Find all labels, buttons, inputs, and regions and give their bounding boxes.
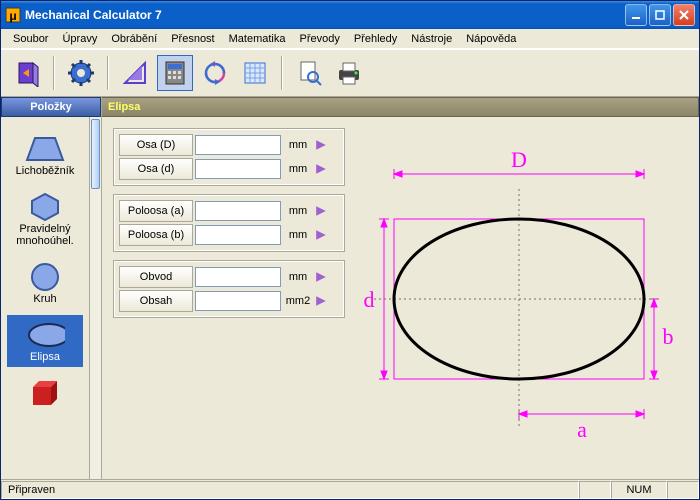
label-osa-d-upper[interactable]: Osa (D) (119, 134, 193, 156)
play-icon[interactable] (315, 205, 327, 217)
status-cell (667, 481, 699, 499)
input-poloosa-b[interactable] (195, 225, 281, 245)
menu-presnost[interactable]: Přesnost (165, 31, 220, 47)
unit-label: mm (283, 163, 313, 175)
label-poloosa-b[interactable]: Poloosa (b) (119, 224, 193, 246)
menu-nastroje[interactable]: Nástroje (405, 31, 458, 47)
minimize-button[interactable] (625, 4, 647, 26)
window-title: Mechanical Calculator 7 (25, 8, 625, 22)
statusbar: Připraven NUM (1, 479, 699, 499)
toolbar-calculator-button[interactable] (157, 55, 193, 91)
form-group-results: Obvod mm Obsah mm2 (114, 261, 344, 317)
toolbar-triangle-button[interactable] (117, 55, 153, 91)
main-header: Elipsa (102, 97, 699, 117)
sidebar-item-kruh[interactable]: Kruh (7, 257, 83, 309)
form-group-axes: Osa (D) mm Osa (d) mm (114, 129, 344, 185)
unit-label: mm2 (283, 295, 313, 307)
input-osa-d-upper[interactable] (195, 135, 281, 155)
gear-icon (67, 59, 95, 87)
scrollbar-thumb[interactable] (91, 119, 100, 189)
toolbar-refresh-button[interactable] (197, 55, 233, 91)
ellipse-icon (25, 320, 65, 350)
triangle-icon (121, 59, 149, 87)
play-icon[interactable] (315, 295, 327, 307)
label-obvod[interactable]: Obvod (119, 266, 193, 288)
sidebar-item-label: Elipsa (30, 351, 60, 363)
menu-upravy[interactable]: Úpravy (56, 31, 103, 47)
toolbar-settings-button[interactable] (63, 55, 99, 91)
cube-icon (25, 381, 65, 405)
sidebar-item-label: Lichoběžník (16, 165, 75, 177)
menu-prehledy[interactable]: Přehledy (348, 31, 403, 47)
close-button[interactable] (673, 4, 695, 26)
toolbar-preview-button[interactable] (291, 55, 327, 91)
play-icon[interactable] (315, 229, 327, 241)
toolbar-grid-button[interactable] (237, 55, 273, 91)
app-icon: μ (5, 7, 21, 23)
status-cell (579, 481, 611, 499)
page-magnify-icon (295, 59, 323, 87)
play-icon[interactable] (315, 271, 327, 283)
grid-icon (241, 59, 269, 87)
input-poloosa-a[interactable] (195, 201, 281, 221)
label-osa-d-lower[interactable]: Osa (d) (119, 158, 193, 180)
sidebar-scrollbar[interactable] (89, 117, 101, 479)
menubar: Soubor Úpravy Obrábění Přesnost Matemati… (1, 29, 699, 49)
circle-icon (25, 261, 65, 293)
input-obvod[interactable] (195, 267, 281, 287)
menu-matematika[interactable]: Matematika (223, 31, 292, 47)
play-icon[interactable] (315, 163, 327, 175)
play-icon[interactable] (315, 139, 327, 151)
sidebar-header: Položky (1, 97, 101, 117)
sidebar-item-label: Kruh (33, 293, 56, 305)
diagram-label-d-upper: D (511, 147, 527, 172)
door-icon (13, 59, 41, 87)
svg-text:μ: μ (9, 9, 16, 23)
label-obsah[interactable]: Obsah (119, 290, 193, 312)
diagram-label-d-lower: d (364, 287, 375, 312)
menu-napoveda[interactable]: Nápověda (460, 31, 522, 47)
menu-prevody[interactable]: Převody (293, 31, 345, 47)
calculator-icon (161, 59, 189, 87)
hexagon-icon (25, 191, 65, 223)
label-poloosa-a[interactable]: Poloosa (a) (119, 200, 193, 222)
ellipse-diagram: D d b a (354, 129, 687, 467)
status-ready: Připraven (1, 481, 579, 499)
unit-label: mm (283, 205, 313, 217)
menu-soubor[interactable]: Soubor (7, 31, 54, 47)
toolbar-print-button[interactable] (331, 55, 367, 91)
menu-obrabeni[interactable]: Obrábění (105, 31, 163, 47)
unit-label: mm (283, 229, 313, 241)
sidebar-item-mnohouhelnik[interactable]: Pravidelný mnohoúhel. (7, 187, 83, 251)
sidebar-item-lichobeznik[interactable]: Lichoběžník (7, 129, 83, 181)
trapezoid-icon (25, 134, 65, 164)
input-osa-d-lower[interactable] (195, 159, 281, 179)
refresh-icon (201, 59, 229, 87)
toolbar (1, 49, 699, 97)
input-obsah[interactable] (195, 291, 281, 311)
status-num: NUM (611, 481, 667, 499)
sidebar-item-elipsa[interactable]: Elipsa (7, 315, 83, 367)
diagram-label-b: b (663, 324, 674, 349)
unit-label: mm (283, 271, 313, 283)
unit-label: mm (283, 139, 313, 151)
sidebar-item-cube[interactable] (7, 373, 83, 413)
toolbar-door-button[interactable] (9, 55, 45, 91)
diagram-label-a: a (577, 417, 587, 442)
sidebar-item-label: Pravidelný mnohoúhel. (9, 223, 81, 247)
maximize-button[interactable] (649, 4, 671, 26)
form-group-semiaxes: Poloosa (a) mm Poloosa (b) mm (114, 195, 344, 251)
printer-icon (335, 59, 363, 87)
